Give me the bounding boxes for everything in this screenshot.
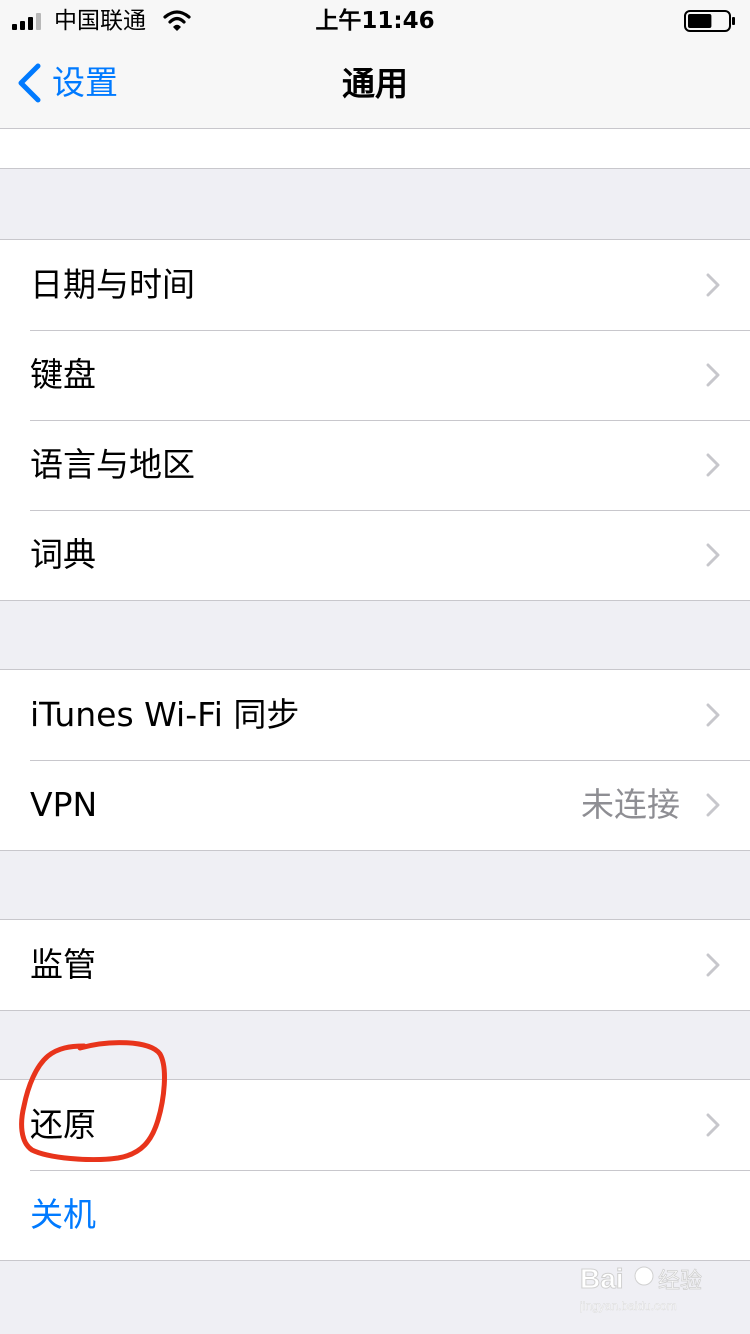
svg-text:jingyan.baidu.com: jingyan.baidu.com (580, 1299, 677, 1313)
list-item-date-time[interactable]: 日期与时间 (0, 240, 750, 330)
settings-list: 后台应用刷新 日期与时间 键盘 语言与地区 词典 iTunes Wi-Fi 同步… (0, 0, 750, 1334)
settings-group-2: iTunes Wi-Fi 同步 VPN 未连接 (0, 669, 750, 851)
row-label: 词典 (30, 535, 96, 574)
settings-group-3: 监管 (0, 919, 750, 1011)
chevron-right-icon (706, 703, 720, 727)
chevron-right-icon (706, 793, 720, 817)
chevron-right-icon (706, 453, 720, 477)
row-label: VPN (30, 785, 98, 824)
vpn-status-value: 未连接 (581, 785, 680, 824)
list-item-supervision[interactable]: 监管 (0, 920, 750, 1010)
list-item-language-region[interactable]: 语言与地区 (0, 420, 750, 510)
chevron-right-icon (706, 363, 720, 387)
row-label: 语言与地区 (30, 445, 195, 484)
baidu-jingyan-watermark: Bai 经验 jingyan.baidu.com (580, 1263, 702, 1314)
settings-group-1: 日期与时间 键盘 语言与地区 词典 (0, 239, 750, 601)
row-label: 日期与时间 (30, 265, 195, 304)
list-item-keyboard[interactable]: 键盘 (0, 330, 750, 420)
svg-text:经验: 经验 (658, 1269, 702, 1294)
page-title: 通用 (342, 64, 408, 103)
row-label: 关机 (30, 1195, 96, 1234)
chevron-right-icon (706, 543, 720, 567)
chevron-right-icon (706, 1113, 720, 1137)
status-time: 上午11:46 (315, 8, 435, 34)
navigation-bar: 设置 通用 (0, 40, 750, 129)
row-label: iTunes Wi-Fi 同步 (30, 695, 300, 734)
chevron-right-icon (706, 273, 720, 297)
list-item-dictionary[interactable]: 词典 (0, 510, 750, 600)
svg-text:Bai: Bai (580, 1263, 624, 1294)
list-item-vpn[interactable]: VPN 未连接 (0, 760, 750, 850)
battery-icon (684, 10, 735, 32)
shutdown-button[interactable]: 关机 (0, 1170, 750, 1260)
chevron-right-icon (706, 953, 720, 977)
row-label: 监管 (30, 945, 96, 984)
status-bar: 中国联通 上午11:46 (0, 0, 750, 40)
list-item-itunes-wifi-sync[interactable]: iTunes Wi-Fi 同步 (0, 670, 750, 760)
row-label: 键盘 (30, 355, 96, 394)
annotation-circle (19, 1040, 167, 1162)
